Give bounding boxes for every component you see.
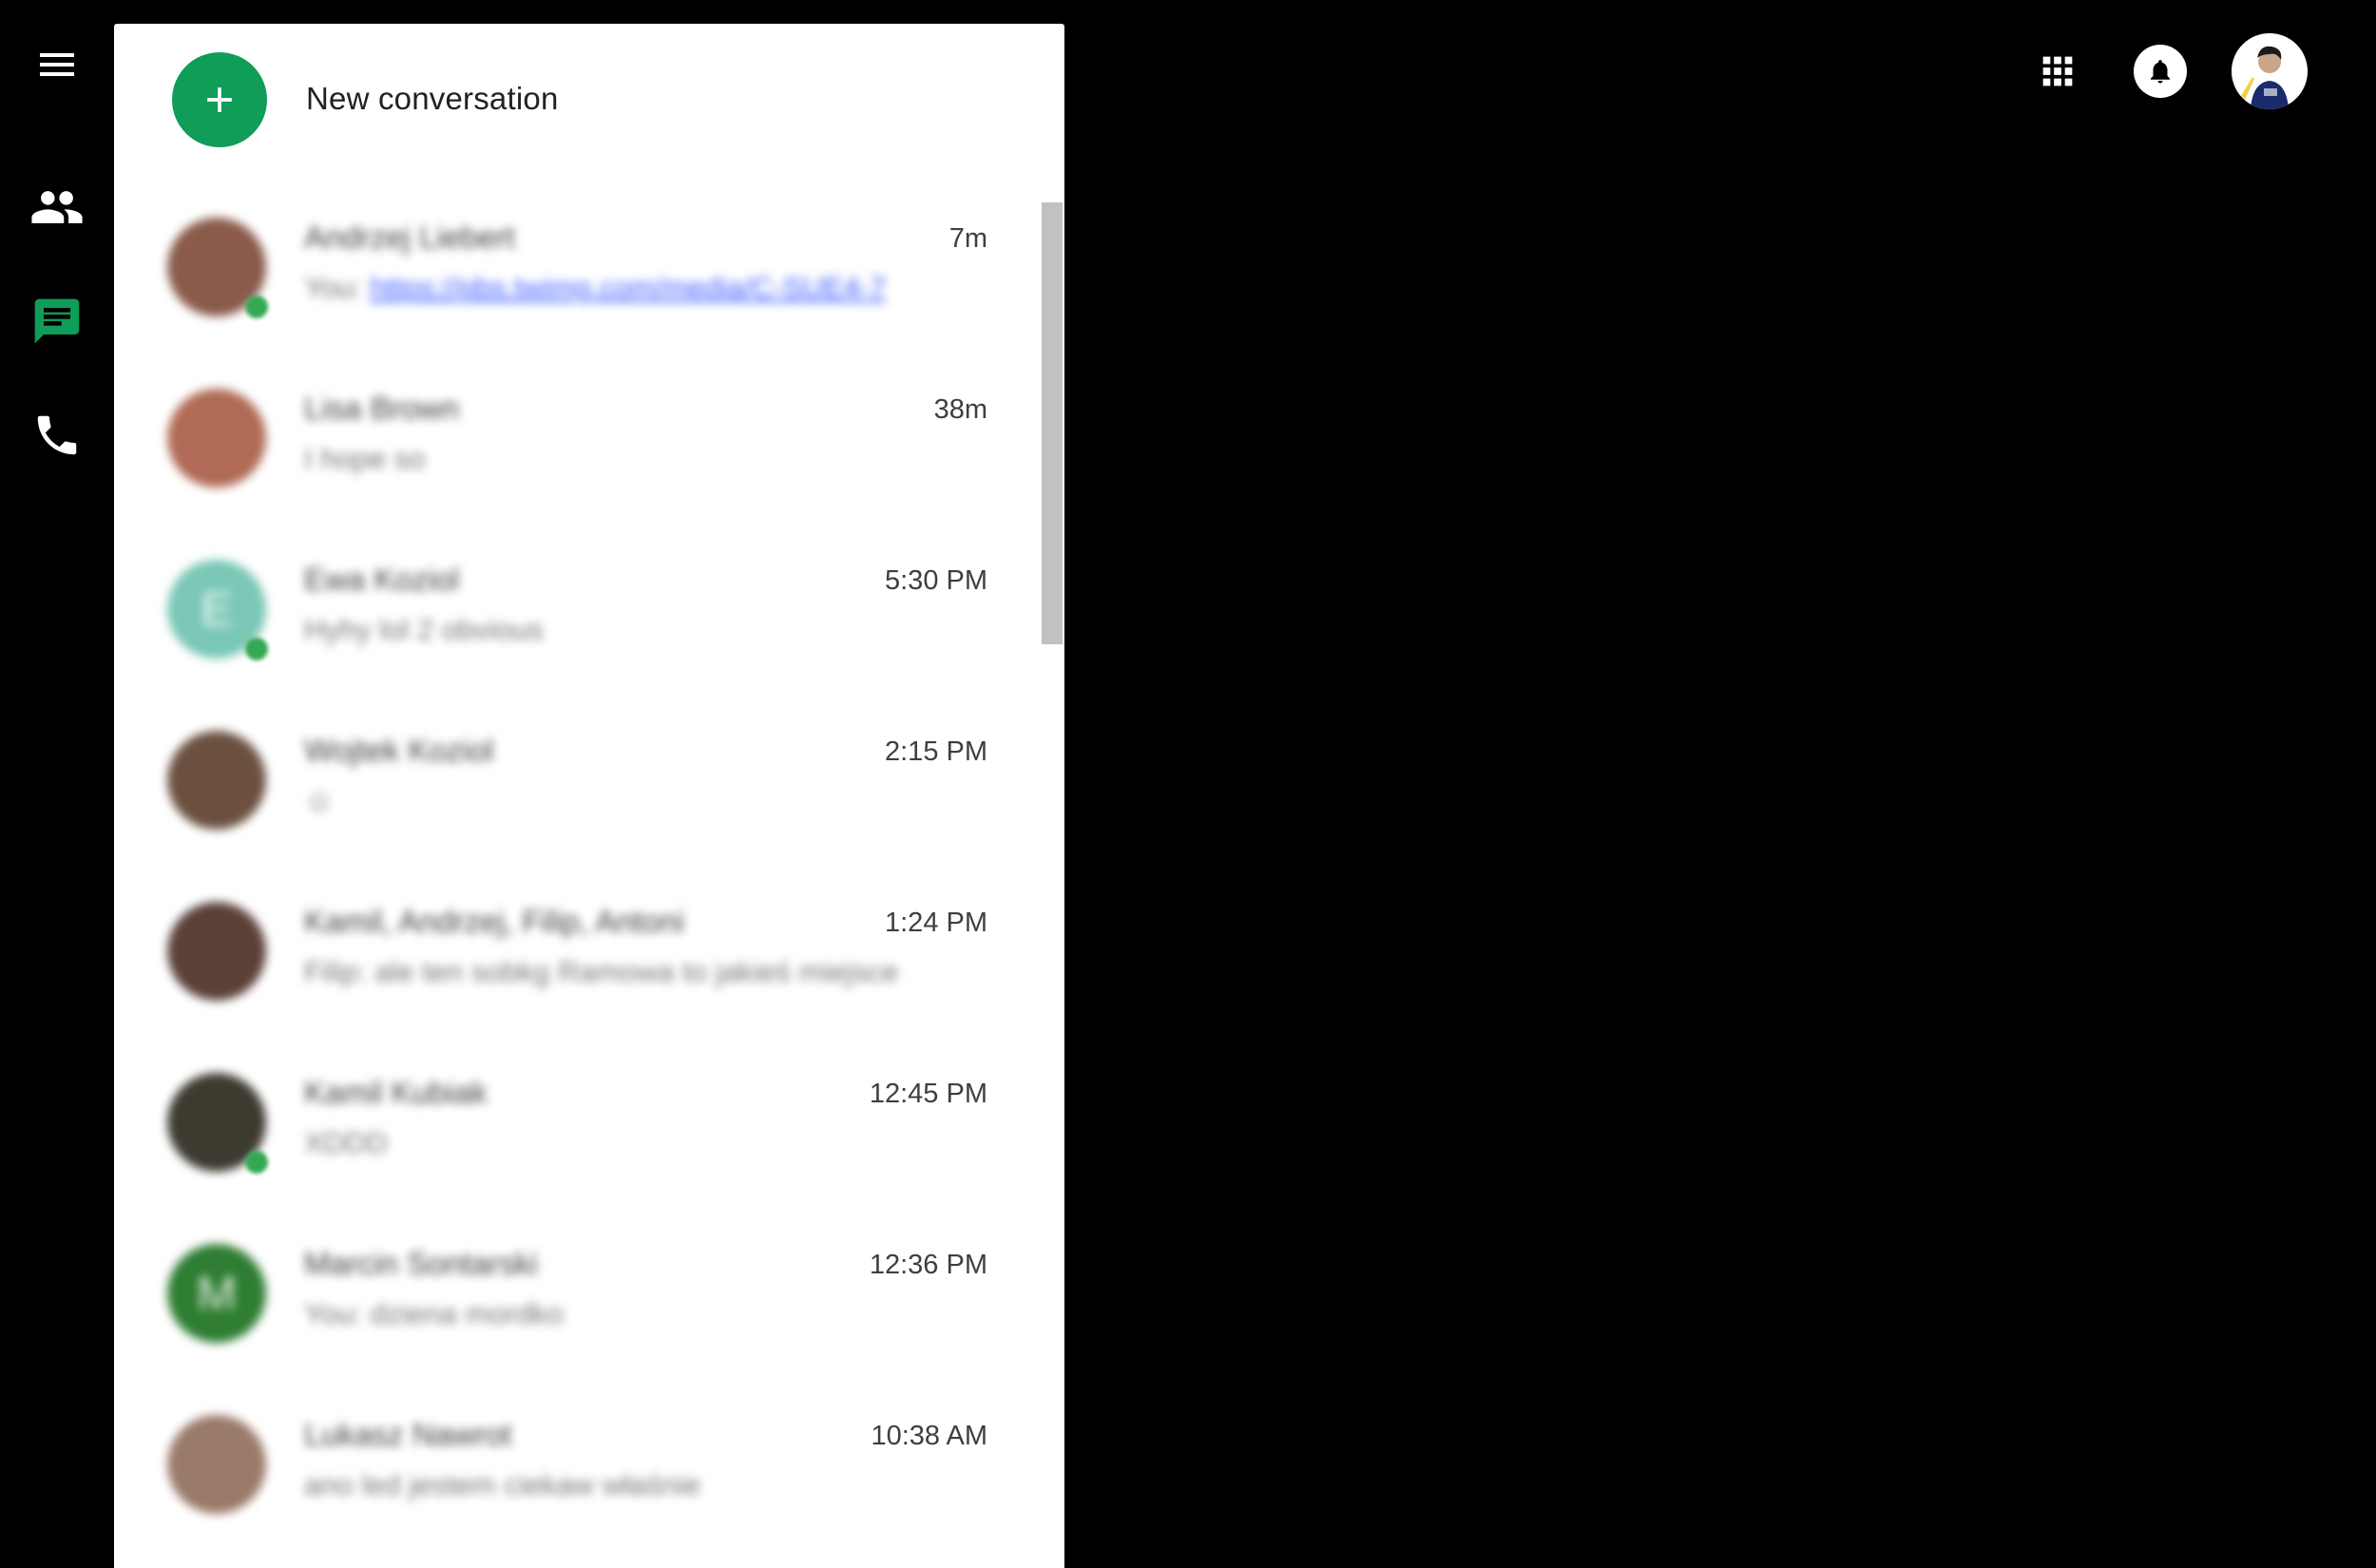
conversation-timestamp: 12:36 PM [869,1250,987,1280]
new-conversation-fab[interactable] [172,52,267,147]
avatar [167,731,266,830]
conversation-snippet: XDDD [304,1126,388,1160]
conversation-item[interactable]: Andrzej Liebert You: https://pbs.twimg.co… [114,183,1036,354]
conversation-timestamp: 38m [933,394,987,425]
conversation-name: Andrzej Liebert [304,220,515,255]
snippet-text: ☺ [304,784,335,817]
snippet-sender: You: [304,271,371,304]
conversation-snippet: You: dziena mordko [304,1297,564,1331]
snippet-text: You: dziena mordko [304,1297,564,1330]
conversation-name: Kamil Kubiak [304,1075,488,1110]
conversation-snippet: Hyhy lol 2 obvious [304,613,544,647]
conversation-snippet: You: https://pbs.twimg.com/media/C-SUE4-… [304,271,886,305]
conversation-snippet: I hope so [304,442,426,476]
bell-icon [2151,60,2170,84]
conversation-item[interactable]: Kamil Kubiak XDDD 12:45 PM [114,1039,1036,1210]
menu-icon [40,53,74,76]
conversation-timestamp: 7m [948,223,987,254]
conversation-timestamp: 12:45 PM [869,1079,987,1109]
avatar [167,389,266,488]
conversation-item[interactable]: Lukasz Nawrot ano led jestem ciekaw właśn… [114,1381,1036,1552]
conversation-item[interactable]: Kamil, Andrzej, Filip, Antoni Filip: ale … [114,868,1036,1039]
chat-button[interactable] [19,283,95,359]
conversation-item[interactable]: Wojtek Koziol ☺ 2:15 PM [114,697,1036,868]
conversation-timestamp: 2:15 PM [885,736,987,767]
conversation-item[interactable]: Lisa Brown I hope so 38m [114,354,1036,526]
conversation-snippet: ano led jestem ciekaw właśnie [304,1468,700,1502]
nav-rail [0,0,114,1568]
new-conversation-label: New conversation [306,81,559,116]
conversation-name: Lukasz Nawrot [304,1417,512,1452]
snippet-text: I hope so [304,442,426,475]
conversation-snippet: Filip: ale ten sobkg Ramowa to jakieś mi… [304,955,898,989]
presence-indicator [245,638,268,660]
conversation-item[interactable]: E Ewa Koziol Hyhy lol 2 obvious 5:30 PM [114,526,1036,697]
apps-grid-icon [2042,56,2073,86]
profile-picture [2232,33,2308,109]
conversation-name: Lisa Brown [304,391,460,426]
new-conversation-button[interactable]: New conversation [114,24,1064,176]
phone-button[interactable] [19,397,95,473]
contacts-icon [31,191,83,223]
contacts-button[interactable] [19,169,95,245]
conversation-timestamp: 5:30 PM [885,565,987,596]
conversation-item[interactable]: M Marcin Sontarski You: dziena mordko 12:36… [114,1210,1036,1381]
conversation-panel: New conversation Andrzej Liebert You: htt… [114,24,1064,1568]
presence-indicator [245,296,268,318]
plus-icon [207,87,232,112]
conversation-timestamp: 10:38 AM [871,1421,987,1451]
scrollbar[interactable] [1038,176,1064,1568]
avatar [167,1415,266,1514]
snippet-link[interactable]: https://pbs.twimg.com/media/C-SUE4-7 [371,271,887,304]
conversation-timestamp: 1:24 PM [885,908,987,938]
scrollbar-thumb[interactable] [1042,202,1063,644]
menu-button[interactable] [19,27,95,103]
conversation-list: Andrzej Liebert You: https://pbs.twimg.co… [114,183,1036,1552]
conversation-snippet: ☺ [304,784,335,818]
profile-avatar[interactable] [2232,33,2308,109]
presence-indicator [245,1151,268,1174]
notifications-button[interactable] [2134,45,2187,98]
avatar: M [167,1244,266,1343]
avatar [167,902,266,1001]
conversation-name: Marcin Sontarski [304,1246,538,1281]
snippet-text: XDDD [304,1126,388,1159]
conversation-name: Ewa Koziol [304,562,460,597]
chat-icon [34,298,80,344]
phone-icon [37,415,77,455]
conversation-name: Kamil, Andrzej, Filip, Antoni [304,904,684,939]
conversation-name: Wojtek Koziol [304,733,494,768]
apps-button[interactable] [2020,33,2096,109]
snippet-text: Filip: ale ten sobkg Ramowa to jakieś mi… [304,955,899,988]
snippet-text: Hyhy lol 2 obvious [304,613,544,646]
snippet-text: ano led jestem ciekaw właśnie [304,1468,700,1501]
